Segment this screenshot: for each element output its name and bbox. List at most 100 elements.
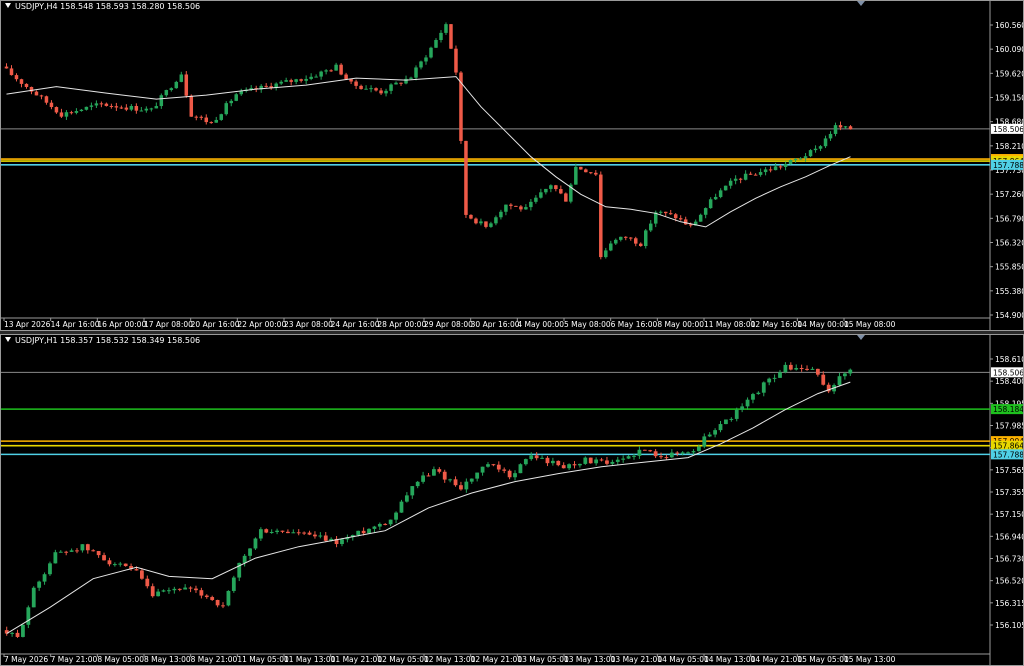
bull-candle [314,76,318,78]
h4-chart-panel[interactable]: USDJPY,H4 158.548 158.593 158.280 158.50… [0,0,1024,331]
bear-candle [383,523,388,525]
bear-candle [474,218,478,224]
bull-candle [686,452,690,454]
bear-candle [556,460,561,466]
x-tick-label: 14 May 21:00 [751,655,803,664]
bear-candle [194,588,198,591]
bear-candle [361,530,366,534]
bull-candle [112,564,117,566]
bear-candle [502,469,507,471]
bear-candle [75,550,79,552]
bear-candle [344,74,348,80]
y-tick-label: 158.400 [995,377,1023,386]
bull-candle [340,539,344,545]
bear-candle [496,464,501,470]
x-tick-label: 15 May 08:00 [844,320,896,329]
bear-candle [426,475,431,477]
bull-candle [164,90,169,96]
bear-candle [374,88,378,91]
bear-candle [379,90,383,94]
bull-candle [389,84,393,91]
bull-candle [708,199,713,209]
x-tick-label: 13 May 21:00 [611,655,663,664]
x-tick-label: 13 May 05:00 [517,655,569,664]
bull-candle [696,446,701,452]
x-tick-label: 23 Apr 08:00 [284,320,333,329]
x-tick-label: 20 Apr 16:00 [191,320,240,329]
bull-candle [324,70,328,72]
bull-candle [772,377,777,379]
bull-candle [258,529,263,539]
bull-candle [399,501,404,513]
h1-chart-canvas[interactable]: 158.610158.400158.195157.985157.775157.5… [1,335,1023,665]
bull-candle [37,581,42,588]
y-tick-label: 156.940 [995,532,1023,541]
bear-candle [215,599,220,606]
bear-candle [299,79,303,81]
y-tick-label: 156.320 [995,239,1023,248]
bull-candle [499,211,503,218]
bull-candle [707,434,712,437]
bear-candle [491,464,496,466]
h1-chart-header[interactable]: USDJPY,H1 158.357 158.532 158.349 158.50… [5,336,200,345]
bull-candle [469,478,474,482]
bull-candle [713,196,718,200]
bull-candle [751,394,755,400]
h4-chart-canvas[interactable]: 160.560160.090159.620159.150158.680158.2… [1,1,1023,330]
y-tick-label: 160.560 [995,21,1023,30]
bull-candle [156,591,161,597]
bear-candle [753,174,758,176]
collapse-triangle-icon[interactable] [5,3,11,8]
x-tick-label: 12 May 21:00 [471,655,523,664]
bear-candle [805,368,809,370]
bear-candle [675,452,680,454]
bull-candle [74,111,79,113]
bear-candle [99,103,104,105]
bull-candle [159,95,164,107]
bear-candle [114,106,119,108]
x-tick-label: 8 May 00:00 [657,320,704,329]
bull-candle [788,160,793,165]
shift-marker-icon[interactable] [857,335,865,340]
bear-candle [49,102,54,108]
bear-candle [561,465,566,469]
bull-candle [367,528,371,534]
bear-candle [588,457,593,464]
x-tick-label: 13 Apr 2026 [4,320,51,329]
bear-candle [738,178,743,180]
bull-candle [10,632,15,634]
x-tick-label: 14 May 13:00 [704,655,756,664]
bull-candle [284,80,288,82]
bull-candle [231,577,236,591]
bull-candle [837,376,842,386]
bull-candle [224,103,228,115]
bull-candle [275,530,279,532]
bull-candle [424,57,428,62]
x-tick-label: 15 May 05:00 [797,655,849,664]
x-tick-label: 14 Apr 16:00 [51,320,100,329]
bear-candle [624,236,628,238]
bear-candle [209,122,214,124]
bull-candle [758,172,763,175]
h1-chart-panel[interactable]: USDJPY,H1 158.357 158.532 158.349 158.50… [0,334,1024,666]
y-tick-label: 157.150 [995,510,1023,519]
bear-candle [104,103,109,106]
bear-candle [768,169,773,171]
shift-marker-icon[interactable] [857,1,865,6]
y-tick-label: 156.790 [995,214,1023,223]
y-tick-label: 155.850 [995,263,1023,272]
bear-candle [123,563,128,567]
h4-chart-header[interactable]: USDJPY,H4 158.548 158.593 158.280 158.50… [5,2,200,11]
bear-candle [189,95,194,117]
bull-candle [648,223,653,231]
bull-candle [745,399,750,407]
bull-candle [540,457,544,459]
bull-candle [513,473,517,478]
bull-candle [167,590,171,592]
bear-candle [605,460,609,464]
bull-candle [703,208,708,215]
collapse-triangle-icon[interactable] [5,337,11,342]
bull-candle [269,531,274,533]
bull-candle [304,78,308,81]
bear-candle [280,530,285,532]
